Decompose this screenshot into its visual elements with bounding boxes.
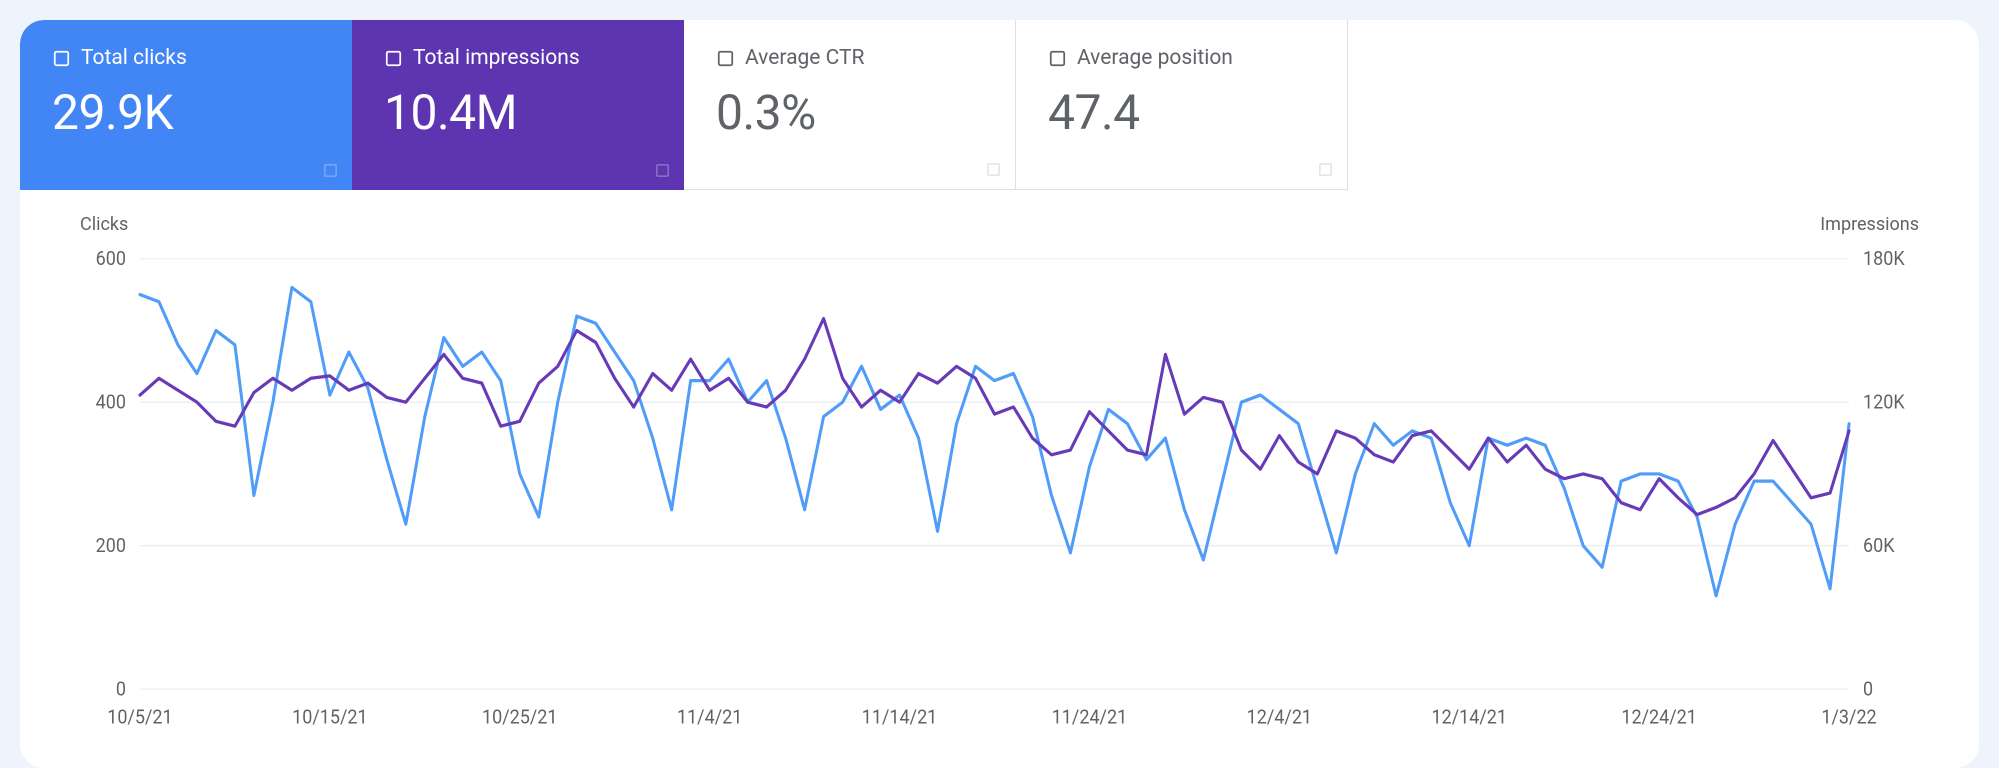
svg-text:12/4/21: 12/4/21: [1247, 706, 1312, 729]
metric-card-impressions[interactable]: Total impressions 10.4M: [352, 20, 684, 190]
svg-text:600: 600: [96, 248, 126, 271]
checkbox-icon: [1048, 49, 1067, 68]
corner-drag-icon: [986, 162, 1001, 177]
checkbox-icon: [52, 49, 71, 68]
metrics-row: Total clicks 29.9K Total impressions 10.…: [20, 20, 1979, 190]
svg-text:10/25/21: 10/25/21: [482, 706, 557, 729]
corner-drag-icon: [655, 163, 670, 178]
metric-label: Total impressions: [413, 46, 580, 70]
metric-label: Average CTR: [745, 46, 864, 70]
svg-text:60K: 60K: [1863, 535, 1895, 558]
metric-card-ctr[interactable]: Average CTR 0.3%: [684, 20, 1016, 190]
svg-text:120K: 120K: [1863, 391, 1905, 414]
svg-text:1/3/22: 1/3/22: [1821, 706, 1876, 729]
svg-text:11/24/21: 11/24/21: [1052, 706, 1127, 729]
corner-drag-icon: [323, 163, 338, 178]
right-axis-title: Impressions: [1820, 214, 1919, 235]
metric-value: 0.3%: [716, 84, 983, 141]
svg-text:10/15/21: 10/15/21: [292, 706, 367, 729]
svg-text:400: 400: [96, 391, 126, 414]
metric-value: 10.4M: [384, 84, 652, 141]
metric-card-position[interactable]: Average position 47.4: [1016, 20, 1348, 190]
chart-area: Clicks Impressions 0 0 200 60K 400 120K 600 180…: [20, 190, 1979, 768]
metric-value: 47.4: [1048, 84, 1315, 141]
checkbox-icon: [716, 49, 735, 68]
metric-card-clicks[interactable]: Total clicks 29.9K: [20, 20, 352, 190]
metric-value: 29.9K: [52, 84, 320, 141]
svg-text:10/5/21: 10/5/21: [107, 706, 172, 729]
svg-text:0: 0: [1863, 678, 1873, 701]
svg-text:12/24/21: 12/24/21: [1621, 706, 1696, 729]
performance-card: Total clicks 29.9K Total impressions 10.…: [20, 20, 1979, 768]
svg-text:12/14/21: 12/14/21: [1432, 706, 1507, 729]
svg-text:0: 0: [116, 678, 126, 701]
svg-text:200: 200: [96, 535, 126, 558]
svg-text:11/4/21: 11/4/21: [677, 706, 742, 729]
line-chart[interactable]: 0 0 200 60K 400 120K 600 180K 10/5/21 10/15/21 10/…: [70, 220, 1929, 758]
svg-text:11/14/21: 11/14/21: [862, 706, 937, 729]
svg-text:180K: 180K: [1863, 248, 1905, 271]
corner-drag-icon: [1318, 162, 1333, 177]
checkbox-icon: [384, 49, 403, 68]
left-axis-title: Clicks: [80, 214, 128, 235]
metric-label: Total clicks: [81, 46, 187, 70]
metric-label: Average position: [1077, 46, 1233, 70]
